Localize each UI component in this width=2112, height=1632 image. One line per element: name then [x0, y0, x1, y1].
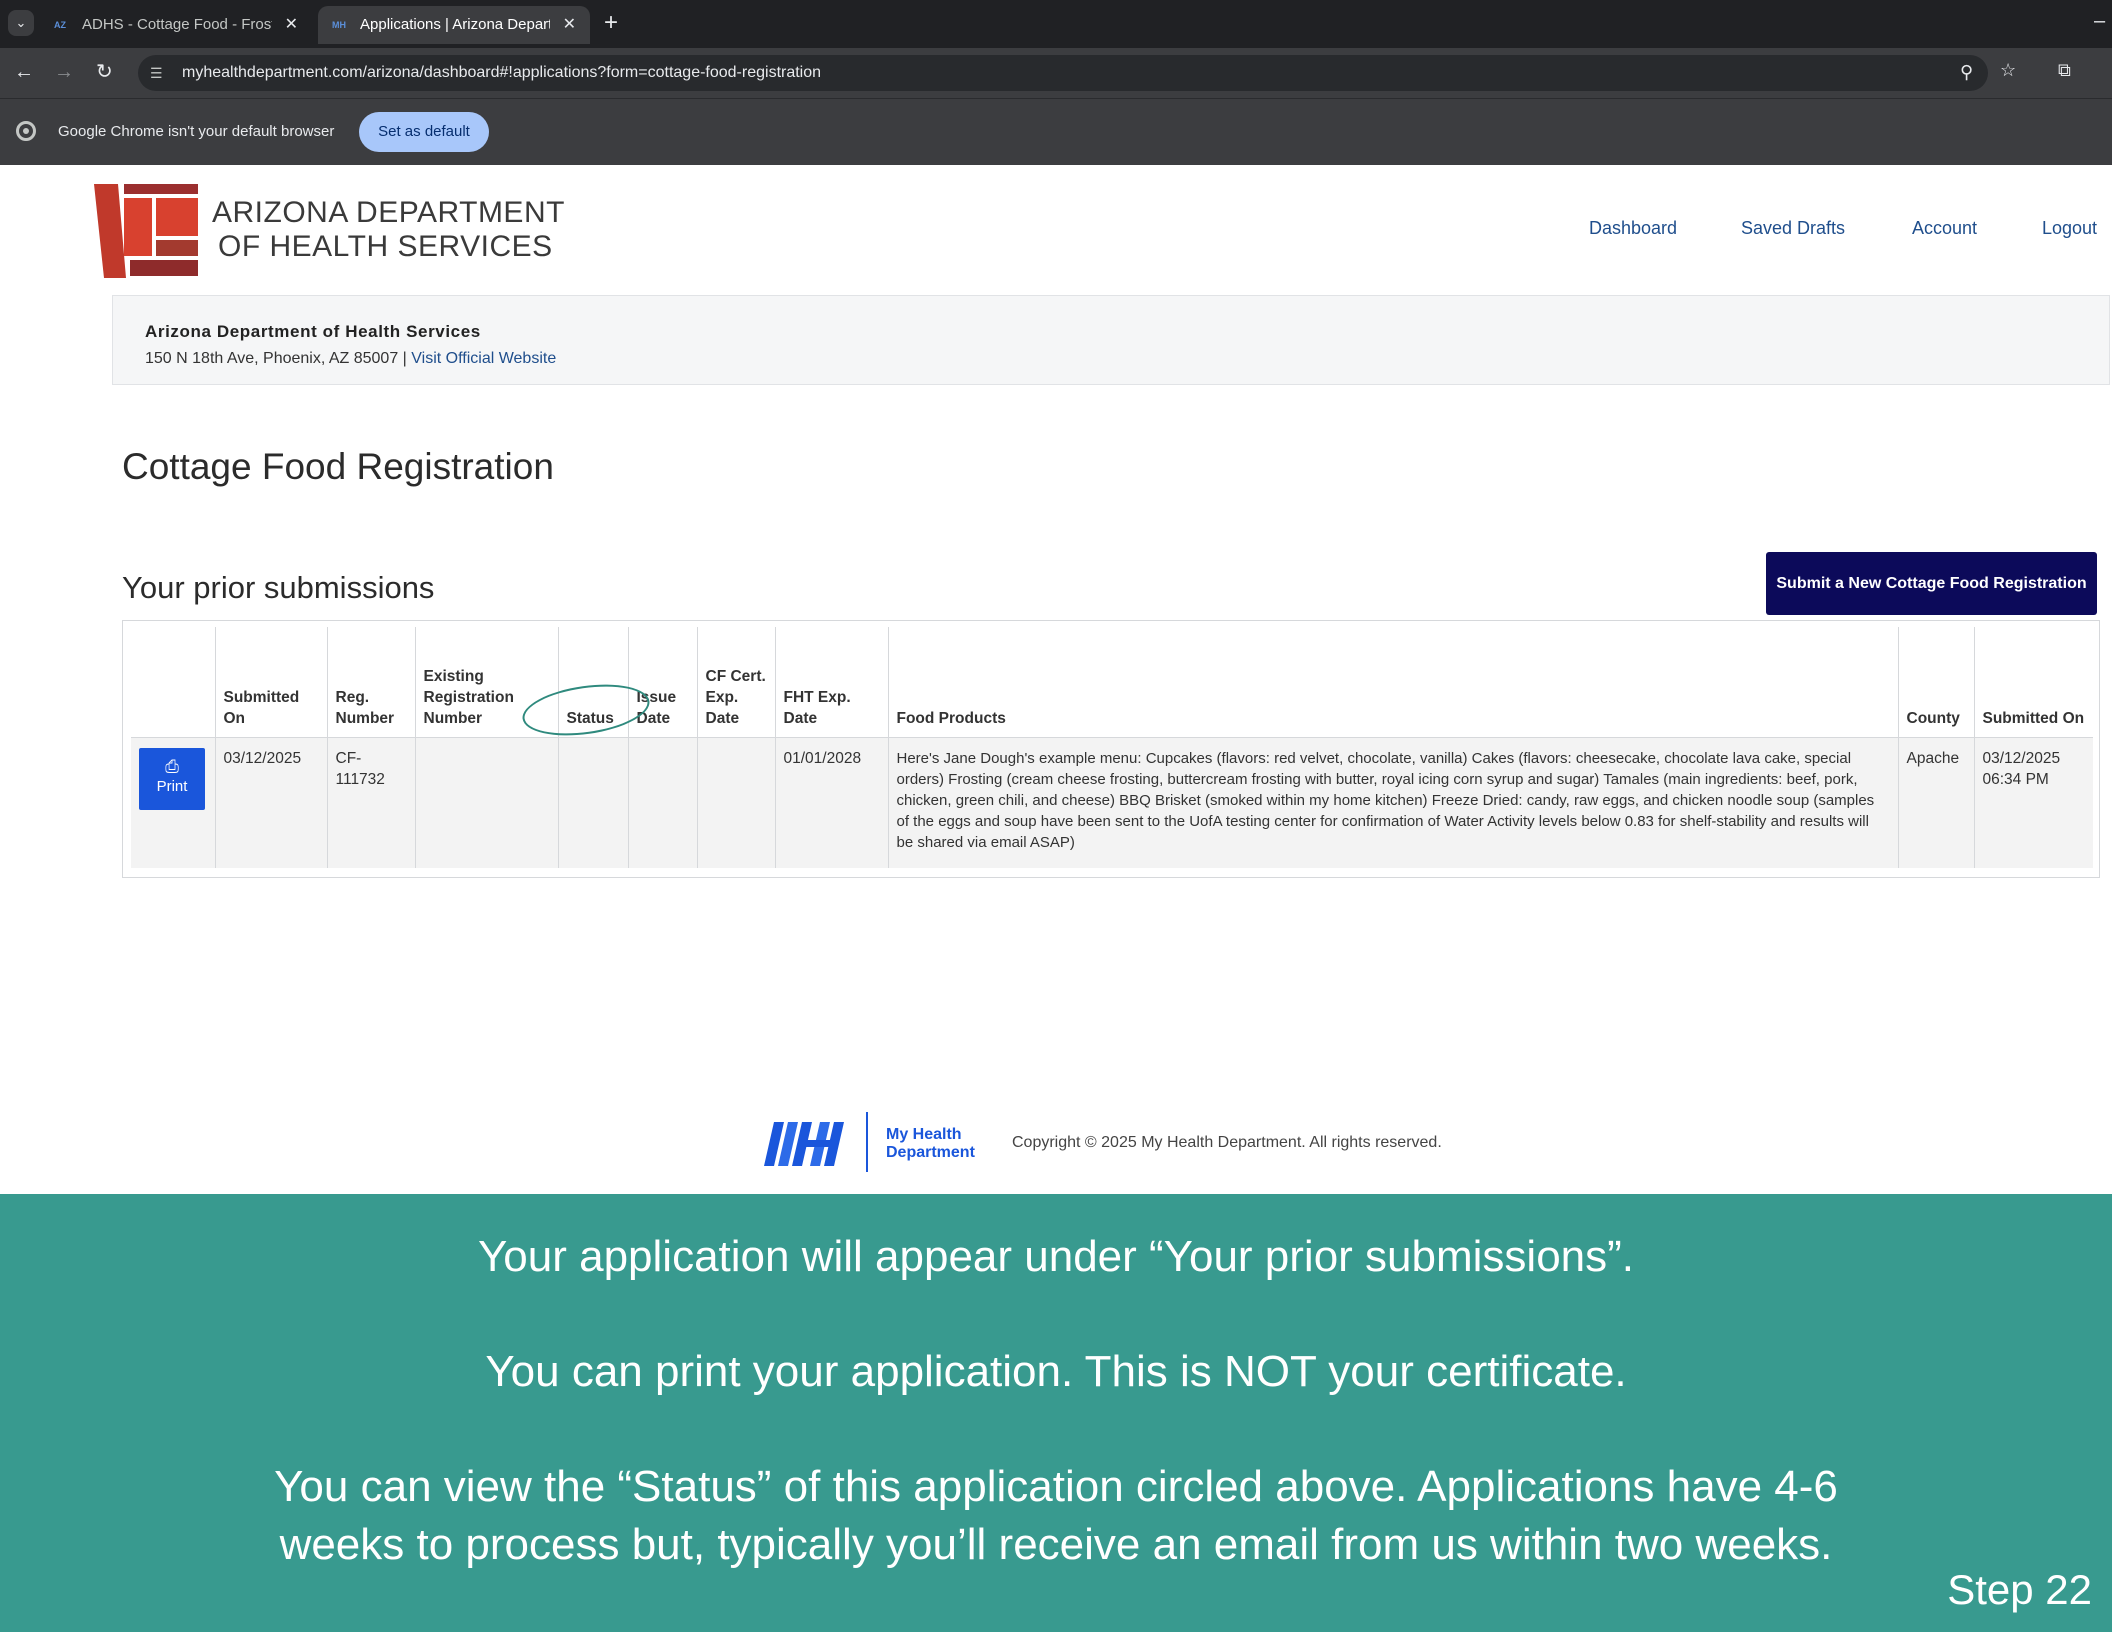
nav-saved-drafts-link[interactable]: Saved Drafts	[1741, 218, 1845, 239]
extensions-icon[interactable]: ⧉	[2058, 60, 2071, 81]
browser-tab-applications[interactable]: MH Applications | Arizona Departm ✕	[318, 6, 590, 44]
close-tab-icon[interactable]: ✕	[285, 6, 298, 44]
instruction-banner: Your application will appear under “Your…	[0, 1194, 2112, 1632]
printer-icon: ⎙	[165, 757, 179, 776]
reload-icon[interactable]: ↻	[96, 60, 113, 84]
food-products-cell: Here's Jane Dough's example menu: Cupcak…	[888, 737, 1899, 868]
minimize-icon[interactable]: –	[2094, 10, 2105, 33]
url-omnibox[interactable]: ☰ myhealthdepartment.com/arizona/dashboa…	[138, 55, 1988, 91]
infobar-message: Google Chrome isn't your default browser	[58, 123, 335, 140]
copyright-text: Copyright © 2025 My Health Department. A…	[1012, 1134, 1442, 1151]
instruction-line-2: You can print your application. This is …	[485, 1347, 1627, 1396]
footer-brand-name: My Health Department	[886, 1126, 975, 1162]
column-header-cf-cert-exp-date[interactable]: CF Cert. Exp. Date	[697, 627, 776, 738]
instruction-line-3: You can view the “Status” of this applic…	[274, 1462, 1838, 1511]
reg-number-cell: CF-111732	[327, 737, 416, 868]
bookmark-star-icon[interactable]: ☆	[2000, 60, 2016, 81]
footer-divider	[866, 1112, 868, 1172]
close-tab-icon[interactable]: ✕	[563, 6, 576, 44]
adhs-logo-text[interactable]: ARIZONA DEPARTMENT OF HEALTH SERVICES	[212, 196, 565, 264]
tab-search-chevron-icon[interactable]: ⌄	[8, 10, 34, 36]
column-header-issue-date[interactable]: Issue Date	[628, 627, 698, 738]
column-header-submitted-on[interactable]: Submitted On	[215, 627, 328, 738]
column-header-print	[131, 627, 216, 738]
browser-tab-adhs[interactable]: AZ ADHS - Cottage Food - Frosting ✕	[40, 6, 312, 44]
print-cell: ⎙ Print	[131, 737, 216, 868]
page-title: Cottage Food Registration	[122, 446, 554, 487]
submit-new-registration-button[interactable]: Submit a New Cottage Food Registration	[1766, 552, 2097, 615]
department-info-box: Arizona Department of Health Services 15…	[112, 295, 2110, 385]
tab-title: Applications | Arizona Departm	[360, 16, 550, 33]
submitted-on-cell: 03/12/2025	[215, 737, 328, 868]
address-bar: ← → ↻ ☰ myhealthdepartment.com/arizona/d…	[0, 48, 2112, 98]
default-browser-infobar: Google Chrome isn't your default browser…	[0, 98, 2112, 165]
issue-date-cell	[628, 737, 698, 868]
column-header-fht-exp-date[interactable]: FHT Exp. Date	[775, 627, 889, 738]
zoom-icon[interactable]: ⚲	[1960, 62, 1973, 83]
mh-favicon-icon: MH	[332, 20, 346, 30]
browser-tab-bar: ⌄ AZ ADHS - Cottage Food - Frosting ✕ MH…	[0, 0, 2112, 48]
back-icon[interactable]: ←	[14, 60, 34, 84]
nav-account-link[interactable]: Account	[1912, 218, 1977, 239]
instruction-line-4: weeks to process but, typically you’ll r…	[279, 1520, 1833, 1569]
submissions-table: Submitted On Reg. Number Existing Regist…	[131, 627, 2093, 868]
nav-logout-link[interactable]: Logout	[2042, 218, 2097, 239]
county-cell: Apache	[1898, 737, 1975, 868]
brand-line-1: My Health	[886, 1126, 962, 1143]
submitted-datetime-cell: 03/12/2025 06:34 PM	[1974, 737, 2093, 868]
tab-title: ADHS - Cottage Food - Frosting	[82, 16, 272, 33]
chrome-icon	[16, 121, 36, 141]
prior-submissions-heading: Your prior submissions	[122, 570, 435, 605]
az-favicon-icon: AZ	[54, 20, 66, 30]
print-button[interactable]: ⎙ Print	[139, 748, 205, 810]
nav-dashboard-link[interactable]: Dashboard	[1589, 218, 1677, 239]
table-row: ⎙ Print 03/12/2025 CF-111732 01/01/2028 …	[131, 737, 2093, 868]
cf-cert-exp-cell	[697, 737, 776, 868]
table-header-row: Submitted On Reg. Number Existing Regist…	[131, 627, 2093, 738]
status-cell	[558, 737, 629, 868]
url-text[interactable]: myhealthdepartment.com/arizona/dashboard…	[182, 55, 821, 91]
print-label: Print	[156, 778, 188, 795]
official-website-link[interactable]: Visit Official Website	[411, 350, 556, 367]
step-number: Step 22	[1947, 1566, 2092, 1613]
logo-line-1: ARIZONA DEPARTMENT	[212, 196, 565, 229]
brand-line-2: Department	[886, 1144, 975, 1161]
department-name: Arizona Department of Health Services	[145, 322, 481, 341]
set-default-button[interactable]: Set as default	[359, 112, 489, 152]
submissions-table-container: Submitted On Reg. Number Existing Regist…	[122, 620, 2100, 878]
fht-exp-cell: 01/01/2028	[775, 737, 889, 868]
site-info-icon[interactable]: ☰	[150, 64, 168, 82]
address-text: 150 N 18th Ave, Phoenix, AZ 85007 |	[145, 350, 407, 367]
column-header-submitted-on-datetime[interactable]: Submitted On	[1974, 627, 2093, 738]
forward-icon[interactable]: →	[54, 60, 74, 84]
existing-reg-number-cell	[415, 737, 559, 868]
column-header-food-products[interactable]: Food Products	[888, 627, 1899, 738]
instruction-line-1: Your application will appear under “Your…	[477, 1232, 1635, 1281]
column-header-county[interactable]: County	[1898, 627, 1975, 738]
department-address: 150 N 18th Ave, Phoenix, AZ 85007 | Visi…	[145, 350, 556, 368]
my-health-department-logo-icon	[764, 1122, 844, 1166]
adhs-logo-icon[interactable]	[94, 182, 198, 278]
new-tab-icon[interactable]: +	[604, 8, 618, 38]
column-header-reg-number[interactable]: Reg. Number	[327, 627, 416, 738]
logo-line-2: OF HEALTH SERVICES	[218, 230, 553, 263]
